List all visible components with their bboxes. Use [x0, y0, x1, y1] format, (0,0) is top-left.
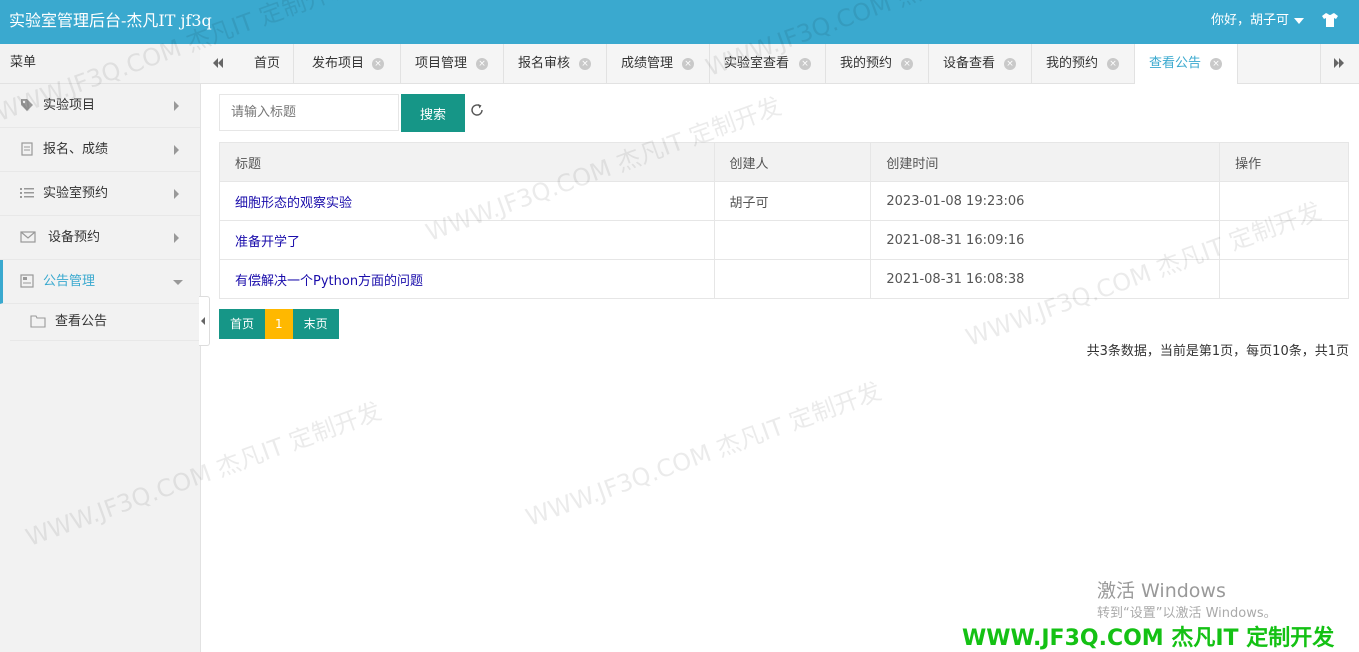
refresh-icon[interactable]	[469, 102, 485, 118]
search-button[interactable]: 搜索	[401, 94, 465, 132]
activate-windows-subtitle: 转到“设置”以激活 Windows。	[1097, 606, 1277, 621]
document-icon	[21, 142, 33, 156]
close-icon[interactable]: ×	[1107, 58, 1119, 70]
column-header-creator: 创建人	[713, 142, 872, 182]
close-icon[interactable]: ×	[1210, 58, 1222, 70]
action-cell	[1219, 220, 1349, 260]
column-header-action: 操作	[1219, 142, 1349, 182]
close-icon[interactable]: ×	[579, 58, 591, 70]
sidebar-item-device-booking[interactable]: 设备预约	[0, 216, 200, 260]
tab-label: 首页	[254, 56, 281, 71]
tab-device-view[interactable]: 设备查看 ×	[929, 44, 1032, 83]
double-chevron-right-icon	[1334, 58, 1344, 68]
chevron-down-icon	[173, 280, 183, 285]
tab-label: 我的预约	[840, 56, 893, 71]
sidebar-item-notice-management[interactable]: 公告管理	[0, 260, 200, 304]
created-time-cell: 2021-08-31 16:08:38	[870, 259, 1221, 299]
search-title-input[interactable]	[219, 94, 399, 131]
tab-publish-project[interactable]: 发布项目 ×	[294, 44, 401, 83]
tab-label: 项目管理	[415, 56, 468, 71]
chevron-right-icon	[174, 145, 179, 155]
notice-title-link[interactable]: 有偿解决一个Python方面的问题	[219, 259, 715, 299]
tab-project-management[interactable]: 项目管理 ×	[401, 44, 504, 83]
notice-table: 标题 创建人 创建时间 操作 细胞形态的观察实验 胡子可 2023-01-08 …	[219, 142, 1349, 299]
mail-icon	[20, 231, 36, 243]
creator-cell	[713, 259, 872, 299]
tab-label: 成绩管理	[621, 56, 674, 71]
tab-view-notices[interactable]: 查看公告 ×	[1135, 44, 1238, 84]
tag-icon	[21, 99, 33, 111]
tab-label: 实验室查看	[724, 56, 790, 71]
tab-my-booking-2[interactable]: 我的预约 ×	[1032, 44, 1135, 83]
sidebar: 菜单 实验项目 报名、成绩 实验室预约 设备预约 公告管理 查看公告	[0, 44, 201, 652]
activate-windows-title: 激活 Windows	[1097, 580, 1226, 602]
created-time-cell: 2021-08-31 16:09:16	[870, 220, 1221, 260]
app-title: 实验室管理后台-杰凡IT jf3q	[9, 11, 212, 30]
notice-title-link[interactable]: 细胞形态的观察实验	[219, 181, 715, 221]
last-page-button[interactable]: 末页	[292, 309, 339, 339]
column-header-title: 标题	[219, 142, 715, 182]
close-icon[interactable]: ×	[682, 58, 694, 70]
creator-cell: 胡子可	[713, 181, 872, 221]
notice-title-link[interactable]: 准备开学了	[219, 220, 715, 260]
sidebar-item-label: 公告管理	[43, 274, 96, 289]
menu-title: 菜单	[0, 44, 200, 84]
chevron-right-icon	[174, 233, 179, 243]
tab-scroll-right-button[interactable]	[1320, 44, 1359, 83]
tab-label: 报名审核	[518, 56, 571, 71]
close-icon[interactable]: ×	[1004, 58, 1016, 70]
action-cell	[1219, 259, 1349, 299]
sidebar-subitem-view-notices[interactable]: 查看公告	[10, 304, 200, 341]
chevron-down-icon[interactable]	[1294, 18, 1304, 24]
sidebar-collapse-button[interactable]	[199, 296, 210, 346]
first-page-button[interactable]: 首页	[219, 309, 266, 339]
creator-cell	[713, 220, 872, 260]
table-row: 准备开学了 2021-08-31 16:09:16	[219, 220, 1349, 260]
notice-icon	[20, 274, 34, 288]
watermark-text: WWW.JF3Q.COM 杰凡IT 定制开发	[522, 377, 886, 532]
sidebar-item-signup-scores[interactable]: 报名、成绩	[0, 128, 200, 172]
close-icon[interactable]: ×	[799, 58, 811, 70]
current-page-button[interactable]: 1	[265, 309, 293, 339]
tab-bar: 首页 发布项目 × 项目管理 × 报名审核 × 成绩管理 × 实验室查看 × 我…	[200, 44, 1359, 84]
theme-shirt-icon[interactable]	[1321, 11, 1339, 29]
tab-label: 我的预约	[1046, 56, 1099, 71]
pagination: 首页 1 末页	[219, 309, 339, 339]
double-chevron-left-icon	[213, 58, 223, 68]
brand-watermark: WWW.JF3Q.COM 杰凡IT 定制开发	[962, 626, 1335, 651]
tab-scroll-left-button[interactable]	[200, 44, 239, 83]
chevron-right-icon	[174, 189, 179, 199]
sidebar-item-projects[interactable]: 实验项目	[0, 84, 200, 128]
table-row: 有偿解决一个Python方面的问题 2021-08-31 16:08:38	[219, 259, 1349, 299]
sidebar-item-label: 报名、成绩	[43, 142, 109, 157]
sidebar-item-lab-booking[interactable]: 实验室预约	[0, 172, 200, 216]
action-cell	[1219, 181, 1349, 221]
sidebar-subitem-label: 查看公告	[55, 314, 108, 329]
tab-lab-view[interactable]: 实验室查看 ×	[710, 44, 826, 83]
table-header-row: 标题 创建人 创建时间 操作	[219, 142, 1349, 182]
created-time-cell: 2023-01-08 19:23:06	[870, 181, 1221, 221]
tab-home[interactable]: 首页	[238, 44, 294, 83]
folder-icon	[30, 315, 46, 328]
user-menu[interactable]: 你好，胡子可	[1211, 12, 1289, 30]
sidebar-item-label: 实验项目	[43, 98, 96, 113]
tab-signup-review[interactable]: 报名审核 ×	[504, 44, 607, 83]
table-row: 细胞形态的观察实验 胡子可 2023-01-08 19:23:06	[219, 181, 1349, 221]
sidebar-item-label: 实验室预约	[43, 186, 109, 201]
chevron-right-icon	[174, 101, 179, 111]
tab-my-booking-1[interactable]: 我的预约 ×	[826, 44, 929, 83]
list-icon	[20, 188, 34, 198]
close-icon[interactable]: ×	[372, 58, 384, 70]
top-header: 实验室管理后台-杰凡IT jf3q 你好，胡子可	[0, 0, 1359, 44]
column-header-created-time: 创建时间	[870, 142, 1221, 182]
pagination-info: 共3条数据，当前是第1页，每页10条，共1页	[1086, 344, 1349, 359]
sidebar-item-label: 设备预约	[48, 230, 101, 245]
tab-label: 查看公告	[1149, 56, 1202, 71]
tab-score-management[interactable]: 成绩管理 ×	[607, 44, 710, 83]
close-icon[interactable]: ×	[476, 58, 488, 70]
tab-label: 设备查看	[943, 56, 996, 71]
close-icon[interactable]: ×	[901, 58, 913, 70]
tab-label: 发布项目	[312, 56, 365, 71]
